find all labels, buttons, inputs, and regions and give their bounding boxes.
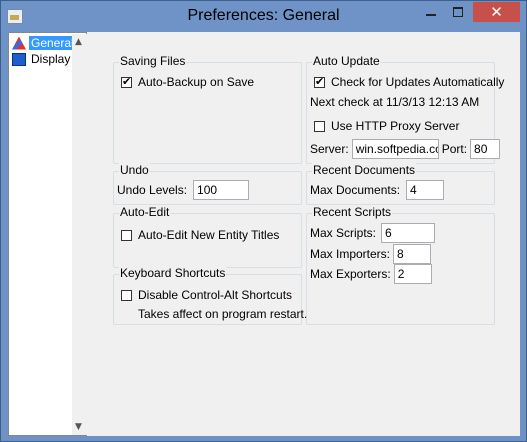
- max-documents-row: Max Documents: 4: [310, 180, 445, 200]
- maximize-button[interactable]: [445, 2, 471, 22]
- max-importers-field[interactable]: 8: [393, 244, 432, 264]
- group-title: Undo: [119, 163, 150, 177]
- close-icon: ✕: [490, 3, 503, 21]
- tree-item-general[interactable]: General: [12, 35, 76, 51]
- check-updates-checkbox[interactable]: [314, 75, 325, 88]
- general-icon: [12, 36, 26, 50]
- close-button[interactable]: ✕: [473, 2, 520, 22]
- port-label: Port:: [441, 142, 468, 156]
- group-title: Auto-Edit: [119, 205, 171, 219]
- display-icon: [12, 52, 26, 66]
- auto-edit-checkbox[interactable]: [121, 229, 132, 241]
- saving-files-group: Saving Files Auto-Backup on Save: [113, 54, 302, 164]
- minimize-button[interactable]: [418, 2, 444, 22]
- group-title: Recent Documents: [312, 163, 417, 177]
- undo-levels-row: Undo Levels: 100: [117, 180, 250, 200]
- server-field[interactable]: win.softpedia.co: [351, 139, 439, 159]
- client-area: General Display ▲ ▼ Saving Files Auto-Ba…: [8, 32, 520, 436]
- max-scripts-field[interactable]: 6: [381, 223, 436, 243]
- max-scripts-label: Max Scripts:: [310, 226, 377, 240]
- checkbox-label: Check for Updates Automatically: [331, 75, 505, 89]
- group-title: Recent Scripts: [312, 205, 393, 219]
- auto-edit-group: Auto-Edit Auto-Edit New Entity Titles: [113, 205, 302, 268]
- undo-group: Undo Undo Levels: 100: [113, 163, 302, 205]
- disable-shortcuts-option[interactable]: Disable Control-Alt Shortcuts: [121, 288, 292, 302]
- max-importers-row: Max Importers: 8: [310, 244, 432, 264]
- title-bar[interactable]: Preferences: General ✕: [1, 1, 526, 32]
- tree-item-label: General: [29, 36, 76, 50]
- max-documents-field[interactable]: 4: [406, 180, 445, 200]
- max-exporters-row: Max Exporters: 2: [310, 264, 432, 284]
- undo-levels-label: Undo Levels:: [117, 183, 188, 197]
- proxy-settings-row: Server: win.softpedia.co Port: 80: [310, 139, 501, 159]
- keyboard-shortcuts-group: Keyboard Shortcuts Disable Control-Alt S…: [113, 266, 307, 325]
- preferences-window: Preferences: General ✕ General Display ▲…: [0, 0, 527, 442]
- auto-backup-option[interactable]: Auto-Backup on Save: [121, 75, 254, 89]
- max-scripts-row: Max Scripts: 6: [310, 223, 436, 243]
- port-field[interactable]: 80: [470, 139, 501, 159]
- max-exporters-label: Max Exporters:: [310, 267, 391, 281]
- next-check-text: Next check at 11/3/13 12:13 AM: [310, 95, 480, 109]
- check-updates-option[interactable]: Check for Updates Automatically: [314, 75, 504, 89]
- undo-levels-field[interactable]: 100: [193, 180, 250, 200]
- proxy-option[interactable]: Use HTTP Proxy Server: [314, 119, 459, 133]
- restart-note: Takes affect on program restart.: [138, 307, 308, 321]
- max-documents-label: Max Documents:: [310, 183, 401, 197]
- checkbox-label: Disable Control-Alt Shortcuts: [138, 288, 293, 302]
- group-title: Saving Files: [119, 54, 187, 68]
- checkbox-label: Auto-Backup on Save: [138, 75, 255, 89]
- tree-scrollbar[interactable]: ▲ ▼: [72, 34, 87, 435]
- recent-documents-group: Recent Documents Max Documents: 4: [306, 163, 495, 205]
- tree-item-display[interactable]: Display: [12, 51, 72, 67]
- max-importers-label: Max Importers:: [310, 247, 391, 261]
- auto-edit-option[interactable]: Auto-Edit New Entity Titles: [121, 228, 279, 242]
- max-exporters-field[interactable]: 2: [393, 264, 432, 284]
- server-label: Server:: [310, 142, 349, 156]
- category-tree: General Display ▲ ▼: [8, 32, 87, 436]
- auto-update-group: Auto Update Check for Updates Automatica…: [306, 54, 504, 164]
- scroll-down-icon[interactable]: ▼: [75, 422, 82, 432]
- tree-item-label: Display: [31, 52, 71, 66]
- recent-scripts-group: Recent Scripts Max Scripts: 6 Max Import…: [306, 205, 495, 325]
- group-title: Auto Update: [312, 54, 381, 68]
- proxy-checkbox[interactable]: [314, 120, 325, 132]
- checkbox-label: Use HTTP Proxy Server: [331, 119, 460, 133]
- checkbox-label: Auto-Edit New Entity Titles: [138, 228, 280, 242]
- disable-shortcuts-checkbox[interactable]: [121, 289, 132, 301]
- scroll-up-icon[interactable]: ▲: [75, 37, 82, 47]
- auto-backup-checkbox[interactable]: [121, 75, 132, 88]
- group-title: Keyboard Shortcuts: [119, 266, 227, 280]
